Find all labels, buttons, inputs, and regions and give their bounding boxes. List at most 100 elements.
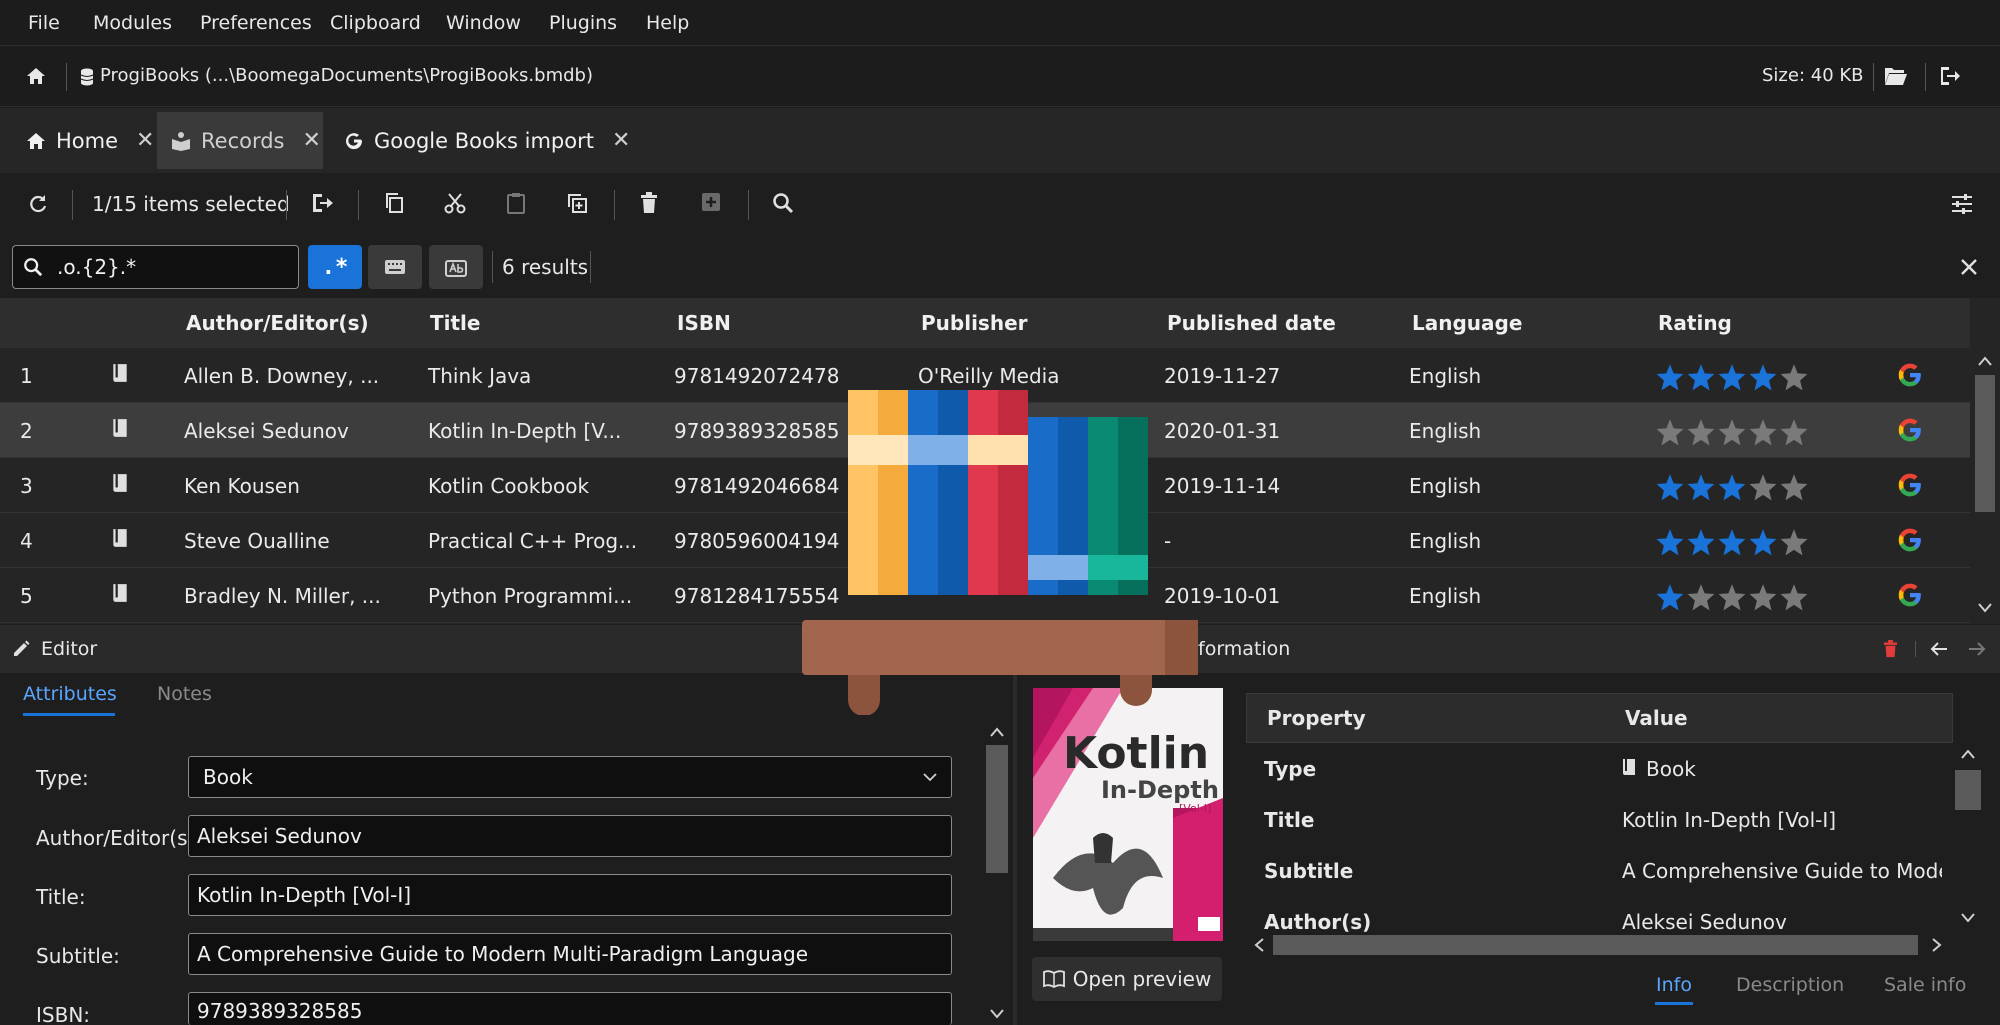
google-g-icon[interactable] [1897, 417, 1923, 443]
rating-stars[interactable] [1655, 473, 1809, 501]
add-record-icon[interactable] [701, 192, 721, 212]
menu-file[interactable]: File [28, 12, 60, 34]
menu-clipboard[interactable]: Clipboard [330, 12, 421, 34]
search-box[interactable] [12, 245, 299, 289]
star-icon[interactable] [1717, 363, 1747, 391]
star-icon[interactable] [1779, 418, 1809, 446]
star-icon[interactable] [1655, 418, 1685, 446]
menu-plugins[interactable]: Plugins [549, 12, 617, 34]
tab-attributes[interactable]: Attributes [23, 683, 117, 705]
rating-stars[interactable] [1655, 418, 1809, 446]
column-header-title[interactable]: Title [430, 311, 480, 335]
tab-notes[interactable]: Notes [157, 683, 212, 705]
star-icon[interactable] [1655, 363, 1685, 391]
property-table-hscrollbar[interactable] [1246, 933, 1953, 957]
star-icon[interactable] [1748, 583, 1778, 611]
subtitle-field[interactable]: A Comprehensive Guide to Modern Multi-Pa… [188, 933, 952, 975]
property-table-vscrollbar[interactable] [1953, 743, 1983, 928]
scroll-up-icon[interactable] [1978, 356, 1992, 366]
menu-help[interactable]: Help [646, 12, 689, 34]
google-g-icon[interactable] [1897, 472, 1923, 498]
column-header-isbn[interactable]: ISBN [677, 311, 731, 335]
scroll-up-icon[interactable] [1961, 749, 1975, 759]
case-sensitive-toggle-button[interactable] [368, 245, 422, 289]
scroll-left-icon[interactable] [1254, 938, 1264, 952]
scrollbar-thumb[interactable] [1975, 375, 1995, 512]
scrollbar-thumb[interactable] [986, 745, 1008, 873]
scrollbar-thumb[interactable] [1273, 935, 1918, 955]
tab-sale-info[interactable]: Sale info [1884, 974, 1966, 996]
star-icon[interactable] [1655, 583, 1685, 611]
column-header-publisher[interactable]: Publisher [921, 311, 1028, 335]
title-field[interactable]: Kotlin In-Depth [Vol-I] [188, 874, 952, 916]
tab-home[interactable]: Home ✕ [12, 112, 168, 169]
logout-icon[interactable] [1938, 65, 1960, 87]
star-icon[interactable] [1779, 583, 1809, 611]
star-icon[interactable] [1686, 418, 1716, 446]
google-g-icon[interactable] [1897, 582, 1923, 608]
search-icon[interactable] [772, 192, 794, 214]
delete-icon[interactable] [1883, 640, 1898, 658]
star-icon[interactable] [1686, 583, 1716, 611]
duplicate-icon[interactable] [566, 192, 588, 214]
close-icon[interactable]: ✕ [136, 128, 154, 153]
scrollbar-thumb[interactable] [1955, 770, 1981, 810]
arrow-left-icon[interactable] [1930, 641, 1948, 657]
star-icon[interactable] [1717, 528, 1747, 556]
star-icon[interactable] [1717, 473, 1747, 501]
tab-info[interactable]: Info [1656, 974, 1692, 996]
google-g-icon[interactable] [1897, 527, 1923, 553]
close-icon[interactable]: ✕ [612, 128, 630, 153]
star-icon[interactable] [1655, 528, 1685, 556]
star-icon[interactable] [1748, 418, 1778, 446]
refresh-icon[interactable] [28, 194, 48, 214]
export-icon[interactable] [310, 192, 334, 214]
star-icon[interactable] [1779, 363, 1809, 391]
regex-toggle-button[interactable]: .* [308, 245, 362, 289]
type-select[interactable]: Book [188, 756, 952, 798]
google-g-icon[interactable] [1897, 362, 1923, 388]
star-icon[interactable] [1748, 473, 1778, 501]
column-settings-icon[interactable] [1951, 194, 1973, 214]
scroll-down-icon[interactable] [1961, 913, 1975, 923]
scroll-down-icon[interactable] [1978, 603, 1992, 613]
open-folder-icon[interactable] [1884, 65, 1908, 87]
star-icon[interactable] [1779, 473, 1809, 501]
isbn-field[interactable]: 9789389328585 [188, 992, 952, 1025]
menu-preferences[interactable]: Preferences [200, 12, 312, 34]
scroll-down-icon[interactable] [990, 1009, 1004, 1019]
rating-stars[interactable] [1655, 583, 1809, 611]
search-input[interactable] [57, 255, 267, 279]
editor-scrollbar[interactable] [984, 723, 1010, 1025]
column-header-language[interactable]: Language [1412, 311, 1522, 335]
tab-google-books-import[interactable]: Google Books import ✕ [330, 112, 644, 169]
star-icon[interactable] [1686, 473, 1716, 501]
star-icon[interactable] [1717, 418, 1747, 446]
column-header-rating[interactable]: Rating [1658, 311, 1732, 335]
menu-modules[interactable]: Modules [93, 12, 172, 34]
scroll-right-icon[interactable] [1932, 938, 1942, 952]
close-icon[interactable]: ✕ [303, 128, 321, 153]
star-icon[interactable] [1748, 528, 1778, 556]
open-preview-button[interactable]: Open preview [1032, 957, 1222, 1001]
paste-icon[interactable] [506, 192, 526, 214]
close-search-icon[interactable] [1961, 259, 1977, 275]
cut-icon[interactable] [444, 192, 466, 214]
scroll-up-icon[interactable] [990, 727, 1004, 737]
delete-icon[interactable] [640, 192, 658, 214]
rating-stars[interactable] [1655, 528, 1809, 556]
arrow-right-icon[interactable] [1968, 641, 1986, 657]
pane-splitter[interactable] [1013, 673, 1017, 1025]
menu-window[interactable]: Window [446, 12, 521, 34]
table-scrollbar[interactable] [1970, 348, 2000, 624]
star-icon[interactable] [1655, 473, 1685, 501]
author-field[interactable]: Aleksei Sedunov [188, 815, 952, 857]
tab-records[interactable]: Records ✕ [157, 112, 323, 169]
copy-icon[interactable] [384, 192, 406, 214]
home-icon[interactable] [26, 66, 46, 86]
column-header-author[interactable]: Author/Editor(s) [186, 311, 369, 335]
star-icon[interactable] [1686, 363, 1716, 391]
rating-stars[interactable] [1655, 363, 1809, 391]
whole-word-toggle-button[interactable] [429, 245, 483, 289]
tab-description[interactable]: Description [1736, 974, 1844, 996]
